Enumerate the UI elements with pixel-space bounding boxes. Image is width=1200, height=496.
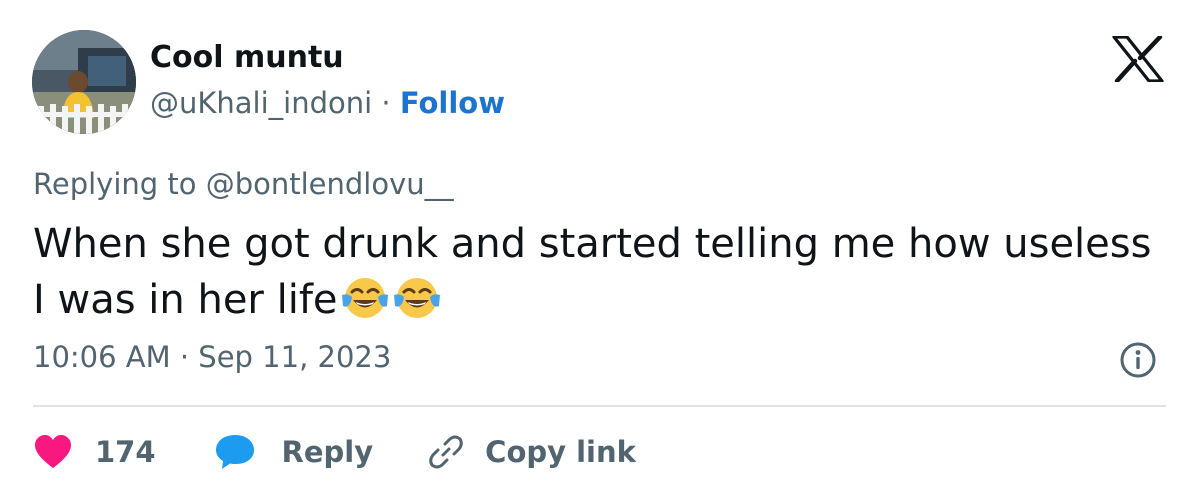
author-display-name[interactable]: Cool muntu	[150, 40, 344, 75]
avatar-photo	[32, 30, 136, 134]
heart-icon	[35, 435, 71, 468]
replying-to-text[interactable]: Replying to @bontlendlovu__	[33, 167, 454, 201]
copy-link-button[interactable]: Copy link	[427, 433, 636, 471]
divider	[33, 405, 1166, 407]
action-bar: 174 Reply Copy link	[33, 428, 636, 476]
follow-link[interactable]: Follow	[400, 86, 505, 120]
tweet-text: When she got drunk and started telling m…	[33, 221, 1152, 323]
author-handle-line: @uKhali_indoni · Follow	[150, 86, 505, 120]
avatar[interactable]	[32, 30, 136, 134]
reply-label: Reply	[281, 435, 374, 469]
reply-button[interactable]: Reply	[214, 433, 428, 471]
info-icon[interactable]	[1118, 340, 1158, 380]
speech-bubble-icon	[215, 435, 254, 469]
copy-link-label: Copy link	[485, 435, 636, 469]
like-button[interactable]: 174	[33, 434, 214, 470]
tweet-timestamp[interactable]: 10:06 AM · Sep 11, 2023	[33, 340, 391, 374]
tears-of-joy-emoji-icon	[393, 278, 440, 318]
x-logo-icon[interactable]	[1112, 36, 1164, 82]
tweet-embed-card: Cool muntu @uKhali_indoni · Follow Reply…	[0, 0, 1200, 496]
author-handle[interactable]: @uKhali_indoni	[150, 86, 372, 120]
like-count: 174	[95, 435, 156, 469]
handle-separator: ·	[381, 86, 391, 120]
tweet-body: When she got drunk and started telling m…	[33, 216, 1153, 328]
tears-of-joy-emoji-icon	[341, 278, 388, 318]
link-icon	[429, 435, 463, 469]
